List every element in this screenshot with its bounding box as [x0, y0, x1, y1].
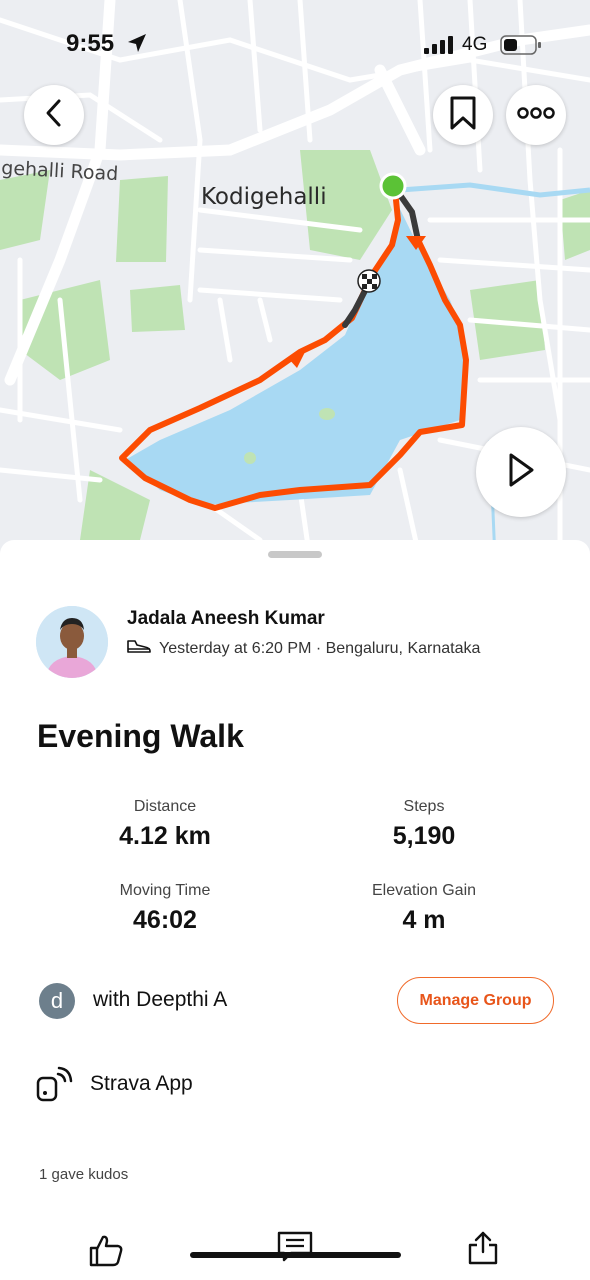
- athlete-avatar[interactable]: [36, 606, 108, 678]
- stat-label: Steps: [403, 798, 445, 815]
- play-icon: [506, 452, 536, 493]
- thumbs-up-icon: [88, 1235, 124, 1272]
- more-options-button[interactable]: [506, 85, 566, 145]
- stat-value: 4 m: [402, 906, 446, 934]
- back-button[interactable]: [24, 85, 84, 145]
- activity-meta-text: Yesterday at 6:20 PM · Bengaluru, Karnat…: [159, 639, 481, 657]
- battery-icon: [500, 35, 542, 60]
- group-member-avatar[interactable]: d: [39, 983, 75, 1019]
- status-time: 9:55: [66, 30, 115, 57]
- activity-sheet: Jadala Aneesh Kumar Yesterday at 6:20 PM…: [0, 540, 590, 1280]
- start-marker: [379, 172, 407, 200]
- route-map[interactable]: igehalli Road Kodigehalli 9:55 4G: [0, 0, 590, 560]
- location-arrow-icon: [126, 32, 148, 59]
- stat-value: 5,190: [392, 822, 456, 850]
- activity-meta: Yesterday at 6:20 PM · Bengaluru, Karnat…: [127, 638, 480, 659]
- stat-label: Moving Time: [119, 882, 211, 899]
- action-bar: [0, 1230, 590, 1280]
- home-indicator[interactable]: [190, 1252, 401, 1258]
- stat-distance: Distance 4.12 km: [55, 798, 275, 851]
- manage-group-button[interactable]: Manage Group: [397, 977, 554, 1024]
- group-members-text[interactable]: with Deepthi A: [93, 988, 227, 1012]
- more-dots-icon: [517, 106, 555, 125]
- finish-marker: [357, 269, 381, 293]
- device-name: Strava App: [90, 1072, 193, 1095]
- share-button[interactable]: [466, 1230, 500, 1271]
- stat-moving-time: Moving Time 46:02: [55, 882, 275, 935]
- stat-value: 46:02: [133, 906, 197, 934]
- athlete-name[interactable]: Jadala Aneesh Kumar: [127, 608, 325, 630]
- sheet-drag-handle[interactable]: [268, 551, 322, 558]
- kudos-count[interactable]: 1 gave kudos: [39, 1166, 128, 1183]
- comment-button[interactable]: [276, 1230, 314, 1269]
- stat-value: 4.12 km: [119, 822, 211, 850]
- stat-label: Elevation Gain: [371, 882, 477, 899]
- kudos-button[interactable]: [88, 1232, 124, 1273]
- chevron-left-icon: [42, 98, 66, 133]
- bookmark-icon: [449, 96, 477, 135]
- device-sync-icon: [36, 1066, 74, 1107]
- status-bar: 9:55 4G: [0, 28, 590, 62]
- shoe-icon: [127, 638, 151, 659]
- stat-steps: Steps 5,190: [314, 798, 534, 851]
- activity-title: Evening Walk: [37, 718, 244, 754]
- signal-bars-icon: [424, 36, 456, 59]
- network-type: 4G: [462, 34, 488, 55]
- share-icon: [466, 1231, 500, 1270]
- area-label: Kodigehalli: [201, 184, 327, 210]
- stat-label: Distance: [133, 798, 197, 815]
- flyby-play-button[interactable]: [476, 427, 566, 517]
- stat-elevation-gain: Elevation Gain 4 m: [314, 882, 534, 935]
- save-route-button[interactable]: [433, 85, 493, 145]
